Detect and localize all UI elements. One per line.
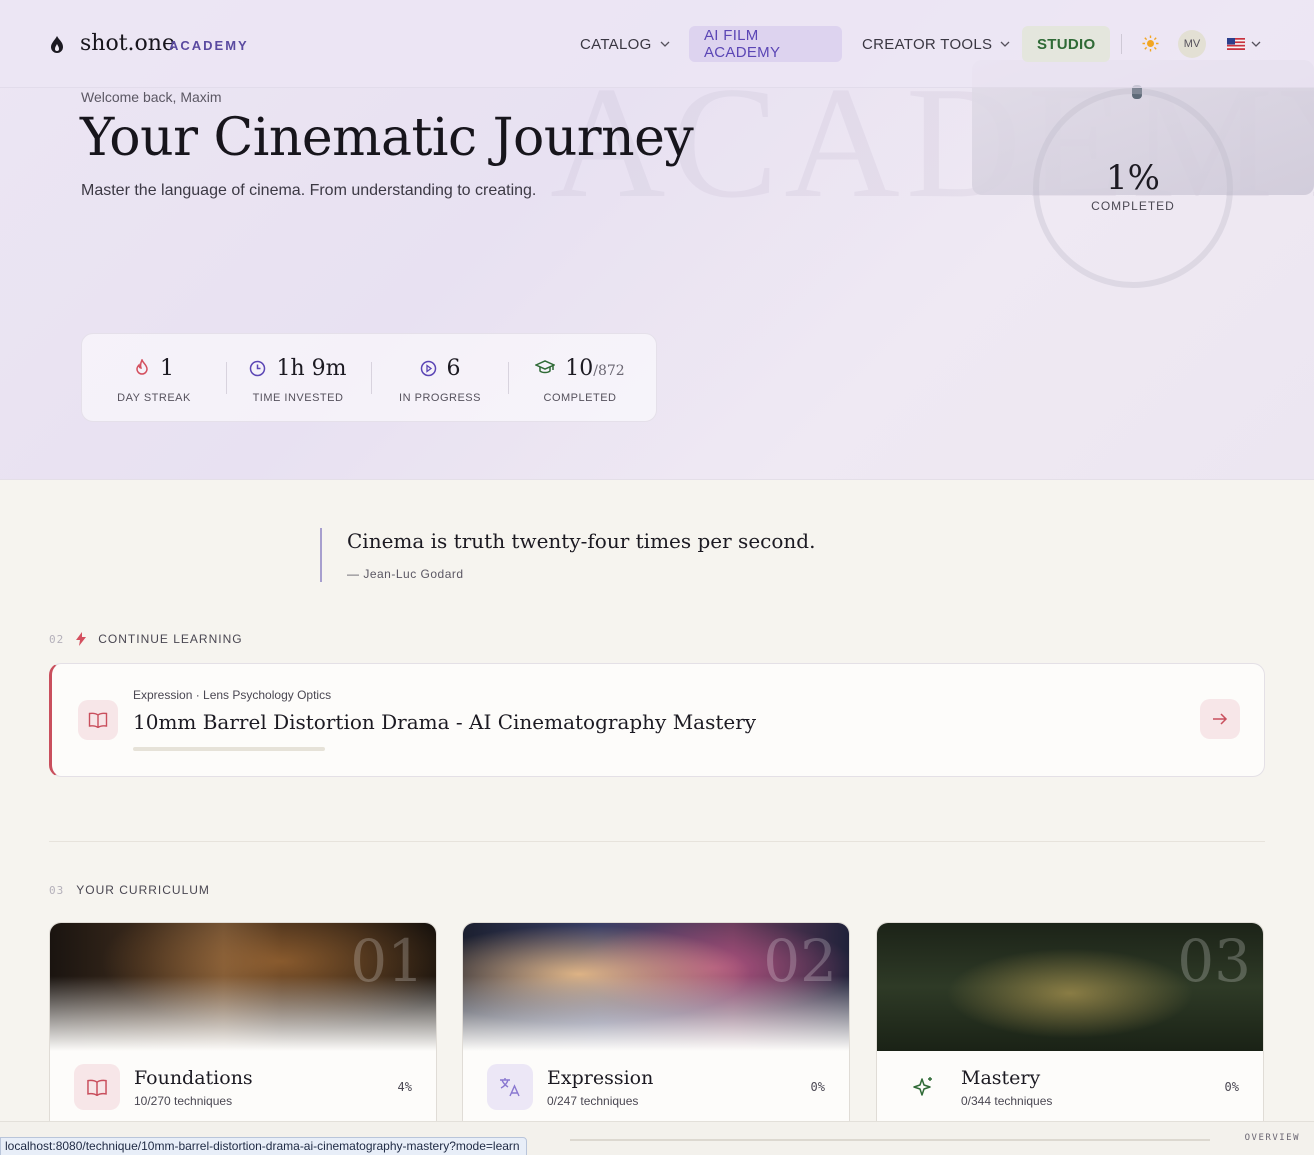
card-number: 02 [763,927,837,995]
stat-label: TIME INVESTED [252,392,344,404]
nav-label: CREATOR TOOLS [862,35,993,53]
curriculum-card-expression[interactable]: 02 Expression 0/247 techniques 0% [462,922,850,1137]
section-header-continue: 02 CONTINUE LEARNING [49,632,243,646]
card-progress: 0% [1224,1080,1239,1094]
nav-label: AI FILM ACADEMY [704,27,781,61]
us-flag-icon[interactable] [1227,38,1245,50]
page-subtitle: Master the language of cinema. From unde… [81,182,537,199]
stat-label: DAY STREAK [117,392,191,404]
card-number: 01 [350,927,424,995]
avatar[interactable]: MV [1178,30,1206,58]
nav-ai-film-academy[interactable]: AI FILM ACADEMY [689,26,842,62]
logo-flame-icon[interactable] [51,36,63,54]
overview-label[interactable]: OVERVIEW [1245,1133,1300,1143]
logo-academy[interactable]: ACADEMY [169,38,249,53]
card-subtitle: 0/247 techniques [547,1094,639,1108]
quote-author: — Jean-Luc Godard [347,567,464,581]
stat-completed: 10/872 COMPLETED [530,354,630,404]
card-progress: 0% [810,1080,825,1094]
flame-icon [136,359,148,375]
clock-icon [250,360,266,376]
stat-divider [508,362,509,394]
section-number: 03 [49,883,65,897]
continue-meta: Expression · Lens Psychology Optics [133,688,332,702]
book-open-icon [78,700,118,740]
book-open-icon [74,1064,120,1110]
card-subtitle: 10/270 techniques [134,1094,233,1108]
chevron-down-icon[interactable] [1251,39,1261,49]
card-title: Foundations [134,1067,253,1089]
continue-title[interactable]: 10mm Barrel Distortion Drama - AI Cinema… [133,710,756,734]
play-circle-icon [420,360,436,376]
stat-value: 1h 9m [276,355,347,381]
stat-time-invested: 1h 9m TIME INVESTED [248,354,348,404]
welcome-text: Welcome back, Maxim [81,89,222,105]
stat-in-progress: 6 IN PROGRESS [392,354,488,405]
chevron-down-icon [660,41,670,47]
lightning-icon [76,632,87,646]
curriculum-card-foundations[interactable]: 01 Foundations 10/270 techniques 4% [49,922,437,1137]
section-divider [49,841,1265,842]
nav-divider [1121,34,1122,54]
stat-divider [226,362,227,394]
nav-label: CATALOG [580,35,652,53]
nav-studio[interactable]: STUDIO [1022,26,1111,62]
nav-catalog[interactable]: CATALOG [565,26,685,62]
stat-value: 10 [565,355,594,381]
stat-total: /872 [593,362,625,379]
overall-progress-value: 1% [1106,158,1160,198]
page-title: Your Cinematic Journey [80,108,694,168]
logo-text[interactable]: shot.one [80,31,175,56]
section-header-curriculum: 03 YOUR CURRICULUM [49,883,210,897]
continue-progress-bar [133,747,325,751]
nav-creator-tools[interactable]: CREATOR TOOLS [847,26,1025,62]
card-title: Expression [547,1067,654,1089]
stats-panel: 1 DAY STREAK 1h 9m TIME INVESTED 6 IN PR… [81,333,657,422]
sparkle-icon [901,1064,947,1110]
card-title: Mastery [961,1067,1041,1089]
sun-icon[interactable] [1142,35,1159,52]
card-number: 03 [1177,927,1251,995]
graduation-cap-icon [535,360,556,374]
chevron-down-icon [1000,41,1010,47]
stat-label: COMPLETED [543,392,617,404]
curriculum-card-mastery[interactable]: 03 Mastery 0/344 techniques 0% [876,922,1264,1137]
stat-value: 6 [446,355,461,381]
continue-learning-card[interactable]: Expression · Lens Psychology Optics 10mm… [49,663,1265,777]
quote-bar [320,528,322,582]
top-nav: shot.one ACADEMY CATALOG AI FILM ACADEMY… [0,0,1314,88]
status-track [570,1139,1210,1141]
translate-icon [487,1064,533,1110]
status-bar: OVERVIEW localhost:8080/technique/10mm-b… [0,1121,1314,1155]
overall-progress-label: COMPLETED [1091,199,1175,213]
stat-value: 1 [160,355,174,381]
card-progress: 4% [397,1080,412,1094]
status-url: localhost:8080/technique/10mm-barrel-dis… [0,1137,527,1155]
quote-text: Cinema is truth twenty-four times per se… [347,529,816,553]
section-number: 02 [49,632,65,646]
section-label: CONTINUE LEARNING [98,632,243,646]
card-subtitle: 0/344 techniques [961,1094,1053,1108]
stat-day-streak: 1 DAY STREAK [114,354,194,405]
nav-label: STUDIO [1037,35,1096,53]
stat-label: IN PROGRESS [399,392,481,404]
stat-divider [371,362,372,394]
arrow-right-icon[interactable] [1200,699,1240,739]
section-label: YOUR CURRICULUM [76,883,210,897]
